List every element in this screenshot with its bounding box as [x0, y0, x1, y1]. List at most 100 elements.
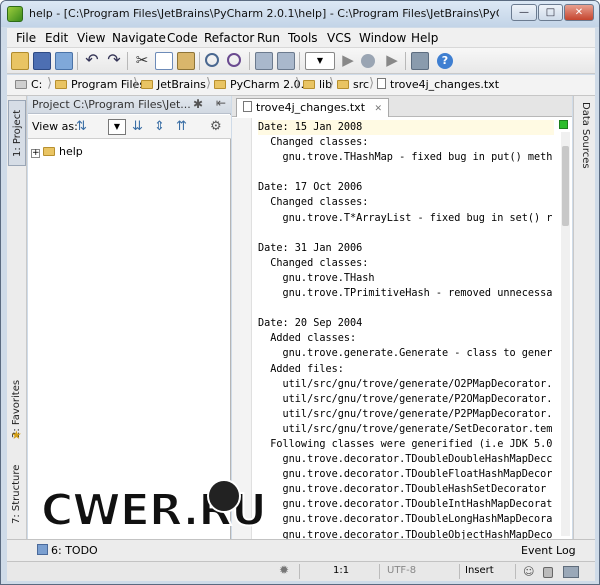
- title-bar: help - [C:\Program Files\JetBrains\PyCha…: [1, 1, 599, 27]
- code-line[interactable]: Following classes were generified (i.e J…: [258, 437, 554, 452]
- right-tool-stripe: Data Sources: [573, 96, 595, 539]
- help-icon[interactable]: ?: [437, 53, 453, 69]
- file-encoding[interactable]: UTF-8: [387, 565, 416, 576]
- toolbar-separator: [405, 52, 406, 70]
- tool-tab-project[interactable]: 1: Project: [8, 100, 26, 166]
- run-icon[interactable]: ▶: [339, 52, 357, 70]
- save-icon[interactable]: [33, 52, 51, 70]
- settings-gear-icon[interactable]: ⚙: [210, 119, 226, 135]
- cut-icon[interactable]: ✂: [133, 52, 151, 70]
- run-with-coverage-icon[interactable]: ▶: [383, 52, 401, 70]
- menu-file[interactable]: File: [16, 31, 36, 45]
- code-line[interactable]: util/src/gnu/trove/generate/SetDecorator…: [258, 422, 554, 437]
- breadcrumb-file[interactable]: trove4j_changes.txt: [377, 78, 499, 93]
- code-line[interactable]: [258, 301, 554, 316]
- code-line[interactable]: Date: 20 Sep 2004: [258, 316, 554, 331]
- find-icon[interactable]: [205, 53, 219, 67]
- memory-indicator-icon[interactable]: [563, 566, 579, 578]
- insert-mode[interactable]: Insert: [465, 565, 494, 576]
- breadcrumb-jetbrains[interactable]: JetBrains: [141, 78, 206, 93]
- hide-panel-icon[interactable]: ⇤: [216, 96, 226, 110]
- close-button[interactable]: ✕: [564, 4, 594, 21]
- open-icon[interactable]: [11, 52, 29, 70]
- close-tab-icon[interactable]: ✕: [375, 104, 383, 114]
- menu-navigate[interactable]: Navigate: [112, 31, 166, 45]
- menu-view[interactable]: View: [77, 31, 105, 45]
- code-line[interactable]: Date: 17 Oct 2006: [258, 180, 554, 195]
- scroll-thumb[interactable]: [562, 146, 569, 226]
- menu-code[interactable]: Code: [167, 31, 198, 45]
- undo-icon[interactable]: ↶: [83, 52, 101, 70]
- expand-node-icon[interactable]: +: [31, 149, 40, 158]
- code-line[interactable]: Date: 31 Jan 2006: [258, 241, 554, 256]
- menu-vcs[interactable]: VCS: [327, 31, 351, 45]
- code-line[interactable]: gnu.trove.TPrimitiveHash - removed unnec…: [258, 286, 554, 301]
- synchronize-icon[interactable]: [55, 52, 73, 70]
- editor-vertical-scrollbar[interactable]: [561, 132, 570, 536]
- menu-tools[interactable]: Tools: [288, 31, 318, 45]
- tool-tab-data-sources[interactable]: Data Sources: [576, 102, 594, 169]
- breadcrumb-separator: ⟩: [369, 76, 375, 91]
- code-line[interactable]: gnu.trove.T*ArrayList - fixed bug in set…: [258, 211, 554, 226]
- menu-window[interactable]: Window: [359, 31, 406, 45]
- breadcrumb-lib[interactable]: lib: [303, 78, 332, 93]
- code-line[interactable]: gnu.trove.decorator.TDoubleIntHashMapDec…: [258, 497, 554, 512]
- breadcrumb-src[interactable]: src: [337, 78, 369, 93]
- collapse-all-icon[interactable]: ⇈: [176, 119, 192, 135]
- menu-help[interactable]: Help: [411, 31, 438, 45]
- code-line[interactable]: util/src/gnu/trove/generate/P2OMapDecora…: [258, 392, 554, 407]
- status-settings-icon[interactable]: ✹: [279, 563, 289, 577]
- code-line[interactable]: Date: 15 Jan 2008: [258, 120, 554, 136]
- window-title: help - [C:\Program Files\JetBrains\PyCha…: [29, 7, 499, 20]
- minimize-button[interactable]: —: [511, 4, 537, 21]
- editor-tab-trove4j-changes[interactable]: trove4j_changes.txt ✕: [236, 98, 390, 117]
- code-line[interactable]: gnu.trove.decorator.TDoubleObjectHashMap…: [258, 528, 554, 539]
- menu-run[interactable]: Run: [257, 31, 280, 45]
- code-line[interactable]: gnu.trove.THash: [258, 271, 554, 286]
- code-line[interactable]: gnu.trove.generate.Generate - class to g…: [258, 346, 554, 361]
- code-line[interactable]: Changed classes:: [258, 135, 554, 150]
- editor-text[interactable]: Date: 15 Jan 2008 Changed classes: gnu.t…: [258, 120, 554, 539]
- tool-tab-event-log[interactable]: Event Log: [521, 544, 576, 557]
- tool-tab-todo[interactable]: 6: TODO: [37, 544, 98, 557]
- code-line[interactable]: Changed classes:: [258, 195, 554, 210]
- expand-all-icon[interactable]: ⇕: [154, 119, 170, 135]
- replace-icon[interactable]: [227, 53, 241, 67]
- menu-refactor[interactable]: Refactor: [204, 31, 254, 45]
- code-line[interactable]: gnu.trove.THashMap - fixed bug in put() …: [258, 150, 554, 165]
- code-line[interactable]: gnu.trove.decorator.TDoubleHashSetDecora…: [258, 482, 554, 497]
- scroll-from-source-icon[interactable]: ⇊: [132, 119, 148, 135]
- breadcrumb-program-files[interactable]: Program Files: [55, 78, 145, 93]
- tool-tab-structure[interactable]: 7: Structure: [8, 458, 26, 530]
- run-configuration-dropdown[interactable]: ▼: [305, 52, 335, 70]
- paste-icon[interactable]: [177, 52, 195, 70]
- forward-icon[interactable]: [277, 52, 295, 70]
- code-line[interactable]: [258, 226, 554, 241]
- code-line[interactable]: [258, 165, 554, 180]
- code-line[interactable]: gnu.trove.decorator.TDoubleLongHashMapDe…: [258, 512, 554, 527]
- settings-icon[interactable]: [411, 52, 429, 70]
- left-tool-stripe: 1: Project 2: Favorites ★ 7: Structure: [7, 96, 27, 539]
- code-line[interactable]: Added classes:: [258, 331, 554, 346]
- caret-position[interactable]: 1:1: [333, 565, 349, 576]
- back-icon[interactable]: [255, 52, 273, 70]
- code-line[interactable]: util/src/gnu/trove/generate/O2PMapDecora…: [258, 377, 554, 392]
- view-as-bar: View as: ⇅ ▼ ⇊ ⇕ ⇈ ⚙: [28, 115, 231, 139]
- redo-icon[interactable]: ↷: [105, 52, 123, 70]
- gear-icon[interactable]: ✱: [193, 97, 203, 111]
- breadcrumb-drive[interactable]: C:: [15, 78, 42, 93]
- inspector-icon[interactable]: ☺: [523, 565, 534, 578]
- code-line[interactable]: Added files:: [258, 362, 554, 377]
- view-as-dropdown[interactable]: ▼: [108, 119, 126, 135]
- code-line[interactable]: gnu.trove.decorator.TDoubleDoubleHashMap…: [258, 452, 554, 467]
- maximize-button[interactable]: □: [538, 4, 563, 21]
- copy-icon[interactable]: [155, 52, 173, 70]
- debug-icon[interactable]: [361, 54, 375, 68]
- autoscroll-icon[interactable]: ⇅: [76, 119, 92, 135]
- tree-node-help[interactable]: + help: [31, 145, 83, 158]
- menu-edit[interactable]: Edit: [45, 31, 68, 45]
- code-line[interactable]: util/src/gnu/trove/generate/P2PMapDecora…: [258, 407, 554, 422]
- lock-icon[interactable]: [543, 567, 553, 578]
- code-line[interactable]: gnu.trove.decorator.TDoubleFloatHashMapD…: [258, 467, 554, 482]
- code-line[interactable]: Changed classes:: [258, 256, 554, 271]
